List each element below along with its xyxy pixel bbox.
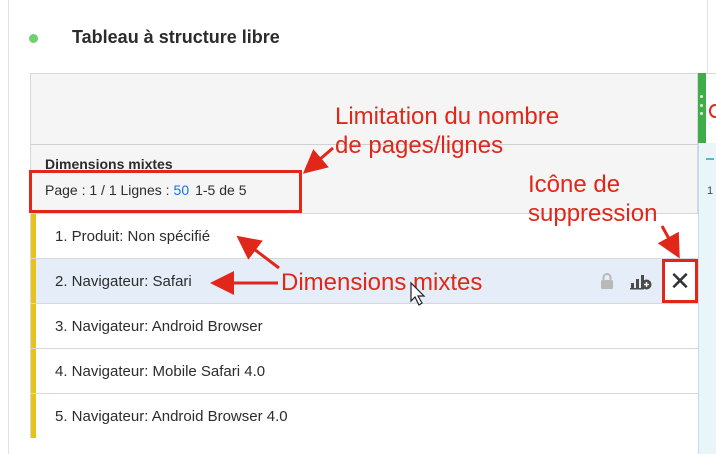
table-rows: 1. Produit: Non spécifié 2. Navigateur: … [30, 213, 698, 438]
row-label: 1. Produit: Non spécifié [55, 227, 211, 245]
row-label: 3. Navigateur: Android Browser [55, 317, 263, 335]
screenshot-frame: Tableau à structure libre 1 Dimensions m… [0, 0, 716, 454]
lock-icon[interactable] [600, 273, 614, 289]
delete-note-line2: suppression [528, 200, 658, 227]
add-visualization-icon[interactable] [630, 272, 652, 290]
row-marker [31, 349, 36, 393]
drag-handle-icon[interactable] [700, 95, 704, 115]
table-row[interactable]: 3. Navigateur: Android Browser [31, 303, 698, 348]
row-marker [31, 259, 36, 303]
panel-title: Tableau à structure libre [72, 27, 280, 47]
table-row[interactable]: 4. Navigateur: Mobile Safari 4.0 [31, 348, 698, 393]
metric-column-tick [706, 158, 714, 160]
row-label: 5. Navigateur: Android Browser 4.0 [55, 407, 288, 425]
dimensions-note: Dimensions mixtes [281, 269, 483, 296]
row-marker [31, 214, 36, 258]
status-dot [29, 34, 38, 43]
metric-column-header[interactable] [706, 73, 716, 144]
pager-highlight-box [29, 170, 302, 213]
delete-note-line1: Icône de [528, 171, 621, 198]
pager-note-line1: Limitation du nombre [335, 103, 560, 130]
row-marker [31, 304, 36, 348]
row-label: 4. Navigateur: Mobile Safari 4.0 [55, 362, 266, 380]
row-marker [31, 394, 36, 438]
row-label: 2. Navigateur: Safari [55, 272, 192, 290]
close-icon[interactable]: ✕ [662, 259, 698, 303]
pager-note-line2: de pages/lignes [335, 132, 504, 159]
metric-column-label: 1 [707, 185, 714, 197]
freeform-table: 1 Dimensions mixtes Page : 1 / 1 Lignes … [30, 73, 716, 454]
row-actions: ✕ [600, 259, 698, 303]
table-row[interactable]: 5. Navigateur: Android Browser 4.0 [31, 393, 698, 438]
